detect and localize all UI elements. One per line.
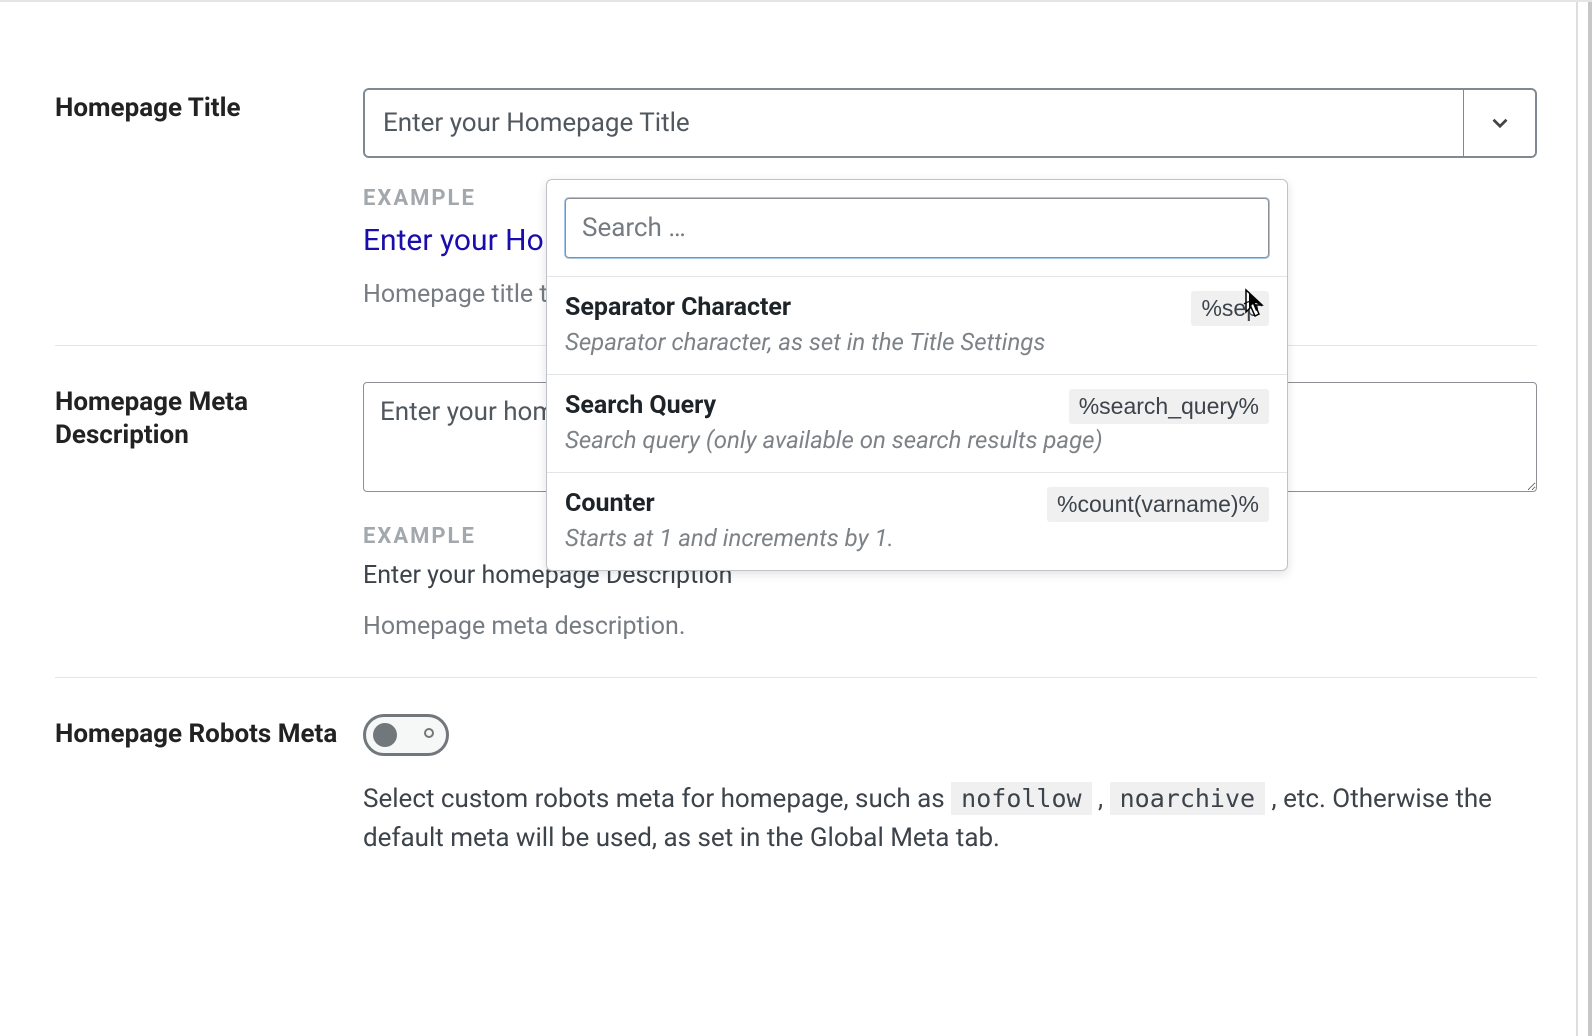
variable-item-separator[interactable]: Separator Character %sep Separator chara… xyxy=(547,276,1287,374)
robots-toggle[interactable] xyxy=(363,714,449,756)
homepage-meta-help: Homepage meta description. xyxy=(363,612,1537,641)
variable-item-title: Separator Character xyxy=(565,293,1269,322)
variable-item-desc: Search query (only available on search r… xyxy=(565,426,1269,454)
toggle-knob xyxy=(373,723,397,747)
toggle-indicator xyxy=(424,728,434,738)
code-noarchive: noarchive xyxy=(1110,782,1265,815)
variable-item-desc: Separator character, as set in the Title… xyxy=(565,328,1269,356)
variable-item-token: %sep xyxy=(1191,291,1269,326)
variable-item-search-query[interactable]: Search Query %search_query% Search query… xyxy=(547,374,1287,472)
variable-dropdown-button[interactable] xyxy=(1463,90,1535,156)
code-nofollow: nofollow xyxy=(951,782,1091,815)
scrollbar[interactable] xyxy=(1588,2,1592,1036)
robots-help-text: Select custom robots meta for homepage, … xyxy=(363,780,1537,858)
variable-item-token: %search_query% xyxy=(1069,389,1269,424)
homepage-robots-label: Homepage Robots Meta xyxy=(55,714,363,751)
chevron-down-icon xyxy=(1487,110,1513,136)
variable-item-token: %count(varname)% xyxy=(1047,487,1269,522)
variable-search-input[interactable] xyxy=(565,198,1269,258)
variable-dropdown-panel: Separator Character %sep Separator chara… xyxy=(546,179,1288,571)
homepage-title-input[interactable] xyxy=(365,90,1463,156)
homepage-meta-label: Homepage Meta Description xyxy=(55,382,363,451)
divider xyxy=(1576,2,1578,1036)
variable-item-counter[interactable]: Counter %count(varname)% Starts at 1 and… xyxy=(547,472,1287,570)
variable-item-desc: Starts at 1 and increments by 1. xyxy=(565,524,1269,552)
homepage-title-label: Homepage Title xyxy=(55,88,363,125)
